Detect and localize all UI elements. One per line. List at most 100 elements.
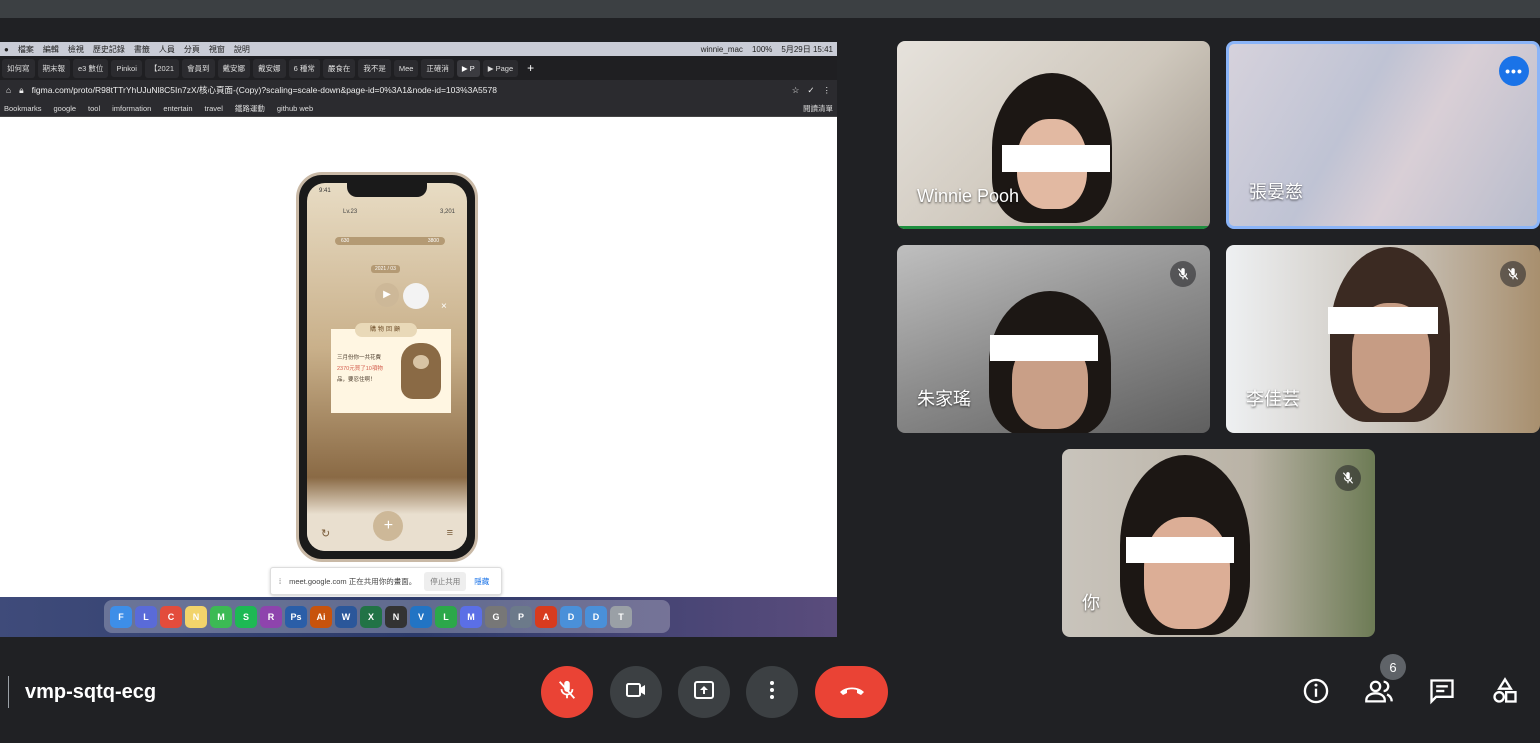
- dock-app-icon: M: [210, 605, 232, 628]
- camera-toggle-button[interactable]: [610, 666, 662, 718]
- bookmark-item: entertain: [163, 103, 193, 113]
- browser-tab: 期末報: [37, 58, 70, 78]
- menubar-battery: 100%: [751, 44, 773, 54]
- present-icon: [692, 678, 716, 707]
- leave-call-button[interactable]: [815, 666, 888, 718]
- menu-item: 編輯: [42, 44, 59, 54]
- share-banner-text: meet.google.com 正在共用你的畫面。: [289, 576, 417, 586]
- top-strip: [0, 0, 1540, 18]
- dock-app-icon: L: [435, 605, 457, 628]
- review-ribbon: 購物回顧: [355, 323, 417, 337]
- menubar-datetime: 5月29日 15:41: [781, 44, 833, 54]
- browser-tab: Mee: [393, 59, 419, 77]
- dock-app-icon: N: [185, 605, 207, 628]
- browser-tab: 【2021: [144, 58, 180, 78]
- progress-left: 630: [341, 238, 350, 244]
- menu-item: 視窗: [208, 44, 225, 54]
- dock-app-icon: F: [110, 605, 132, 628]
- refresh-icon: ↻: [321, 527, 331, 540]
- review-line: 品，要忍住啊！: [337, 377, 376, 383]
- dock-app-icon: P: [510, 605, 532, 628]
- participant-face: [1144, 517, 1230, 629]
- dock-app-icon: A: [535, 605, 557, 628]
- meeting-details-button[interactable]: [1299, 676, 1333, 710]
- shared-screen: ● 檔案 編輯 檢視 歷史記錄 書籤 人員 分頁 視窗 說明 winnie_ma…: [0, 42, 837, 637]
- participant-count-badge: 6: [1380, 654, 1406, 680]
- dock-app-icon: Ps: [285, 605, 307, 628]
- menu-item: 書籤: [133, 44, 150, 54]
- dock-apps: F L C N M S R Ps Ai W X N V L M G P A D D T: [104, 600, 670, 633]
- meeting-code: vmp-sqtq-ecg: [8, 676, 156, 708]
- browser-tab: 6 種常: [288, 58, 320, 78]
- participant-name: 李佳芸: [1246, 389, 1300, 409]
- menu-item: 說明: [233, 44, 250, 54]
- hide-button: 隱藏: [474, 576, 490, 586]
- call-end-icon: [837, 680, 867, 705]
- participant-tile-self[interactable]: 你: [1062, 449, 1375, 637]
- stop-sharing-button: 停止共用: [424, 571, 467, 591]
- more-horiz-icon[interactable]: •••: [1499, 56, 1529, 86]
- review-text: 三月份你一共花費 2370元買了10項物 品，要忍住啊！: [337, 353, 397, 386]
- dock-app-icon: R: [260, 605, 282, 628]
- mac-menubar: ● 檔案 編輯 檢視 歷史記錄 書籤 人員 分頁 視窗 說明 winnie_ma…: [0, 42, 837, 56]
- play-icon: ▶: [375, 283, 399, 307]
- bookmark-item: 鐵路運動: [234, 103, 265, 113]
- phone-time: 9:41: [319, 188, 331, 194]
- phone-date: 2021 / 03: [371, 265, 400, 273]
- mac-dock: F L C N M S R Ps Ai W X N V L M G P A D D T: [0, 597, 837, 637]
- activities-button[interactable]: [1488, 676, 1522, 710]
- participant-tile-active[interactable]: ••• 張晏慈: [1226, 41, 1540, 229]
- dock-app-icon: X: [360, 605, 382, 628]
- dock-app-icon: N: [385, 605, 407, 628]
- info-icon: [1302, 677, 1330, 710]
- bookmark-item: imformation: [112, 103, 152, 113]
- close-icon: ×: [441, 301, 447, 312]
- mic-off-icon: [556, 679, 578, 706]
- menu-icon: ≡: [446, 527, 453, 539]
- browser-tabbar: 如何寫 期末報 e3 數位 Pinkoi 【2021 會員到 戴安娜 戴安娜 6…: [0, 56, 837, 80]
- dock-app-icon: D: [560, 605, 582, 628]
- dock-app-icon: D: [585, 605, 607, 628]
- mic-off-icon: [1335, 465, 1361, 491]
- redaction-box: [1328, 307, 1438, 334]
- add-icon: +: [373, 511, 404, 541]
- browser-tab: ▶ Page: [482, 59, 519, 77]
- browser-tab: 會員到: [182, 58, 215, 78]
- reading-list: 閱讀清單: [803, 103, 833, 113]
- participant-tile[interactable]: 李佳芸: [1226, 245, 1540, 433]
- phone-nav: ↻ + ≡: [307, 511, 467, 551]
- drag-handle-icon: ⁞: [279, 576, 282, 586]
- speaking-indicator: [897, 226, 1210, 229]
- present-button[interactable]: [678, 666, 730, 718]
- activities-icon: [1491, 676, 1519, 710]
- menu-item: 人員: [158, 44, 175, 54]
- browser-tab: 如何寫: [2, 58, 35, 78]
- dock-app-icon: S: [235, 605, 257, 628]
- participant-tile[interactable]: Winnie Pooh: [897, 41, 1210, 229]
- screen-share-banner: ⁞ meet.google.com 正在共用你的畫面。 停止共用 隱藏: [270, 567, 502, 595]
- phone-level: Lv.23: [343, 209, 358, 215]
- phone-notch: [347, 183, 427, 197]
- browser-urlbar: ⌂ 🔒︎ figma.com/proto/R98tTTrYhUJuNl8C5In…: [0, 80, 837, 100]
- more-options-button[interactable]: [746, 666, 798, 718]
- participant-tile[interactable]: 朱家瑤: [897, 245, 1210, 433]
- dock-app-icon: T: [610, 605, 632, 628]
- mic-toggle-button[interactable]: [541, 666, 593, 718]
- chat-icon: [1428, 677, 1456, 710]
- menu-item: 分頁: [183, 44, 200, 54]
- people-icon: [1364, 677, 1394, 710]
- people-button[interactable]: [1362, 676, 1396, 710]
- new-tab-icon: +: [527, 61, 535, 75]
- dock-app-icon: M: [460, 605, 482, 628]
- mic-off-icon: [1500, 261, 1526, 287]
- browser-tab: Pinkoi: [111, 59, 142, 77]
- bookmark-item: Bookmarks: [4, 103, 42, 113]
- menubar-user: winnie_mac: [700, 44, 743, 54]
- dock-app-icon: C: [160, 605, 182, 628]
- chat-button[interactable]: [1425, 676, 1459, 710]
- phone-progress: 630 3800: [335, 237, 445, 245]
- menu-item: 歷史記錄: [92, 44, 125, 54]
- review-line: 三月份你一共花費: [337, 355, 382, 361]
- camera-icon: [624, 678, 648, 707]
- dock-app-icon: Ai: [310, 605, 332, 628]
